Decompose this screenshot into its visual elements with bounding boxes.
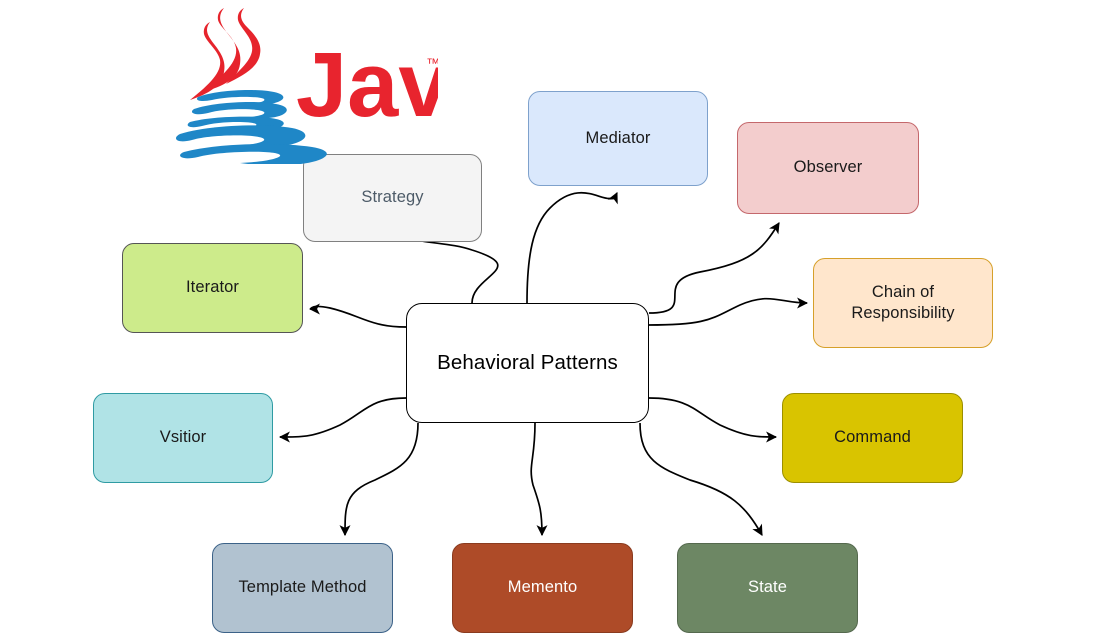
node-label: Command	[834, 428, 911, 447]
edge-to-state	[639, 422, 763, 536]
mindmap-canvas: Java ™ Behavioral Patterns Strategy Media…	[0, 0, 1107, 643]
node-mediator[interactable]: Mediator	[528, 91, 708, 186]
node-command[interactable]: Command	[782, 393, 963, 483]
node-template-method[interactable]: Template Method	[212, 543, 393, 633]
java-logo: Java ™	[176, 8, 438, 164]
java-wordmark: Java	[296, 34, 438, 136]
node-label: Behavioral Patterns	[437, 350, 618, 374]
node-chain-of-responsibility[interactable]: Chain of Responsibility	[813, 258, 993, 348]
edge-to-command	[648, 397, 778, 443]
node-iterator[interactable]: Iterator	[122, 243, 303, 333]
node-behavioral-patterns[interactable]: Behavioral Patterns	[406, 303, 649, 423]
node-label: Observer	[793, 158, 863, 177]
edge-to-visitor	[278, 397, 407, 443]
node-label: Strategy	[361, 188, 424, 207]
node-label: State	[747, 578, 788, 597]
node-label: Mediator	[585, 128, 651, 147]
node-label: Iterator	[185, 278, 240, 297]
node-observer[interactable]: Observer	[737, 122, 919, 214]
node-label: Vsitior	[159, 428, 207, 447]
edge-to-iterator	[308, 303, 407, 328]
node-label: Template Method	[238, 578, 367, 597]
node-visitor[interactable]: Vsitior	[93, 393, 273, 483]
node-state[interactable]: State	[677, 543, 858, 633]
edge-to-memento	[530, 422, 548, 537]
edge-to-template	[339, 422, 419, 537]
node-memento[interactable]: Memento	[452, 543, 633, 633]
edge-to-mediator	[526, 191, 618, 304]
node-label: Chain of Responsibility	[851, 282, 955, 322]
edge-to-chain	[648, 297, 809, 326]
java-trademark: ™	[426, 55, 438, 71]
edge-to-observer	[648, 222, 780, 314]
node-label: Memento	[507, 578, 578, 597]
node-strategy[interactable]: Strategy	[303, 154, 482, 242]
